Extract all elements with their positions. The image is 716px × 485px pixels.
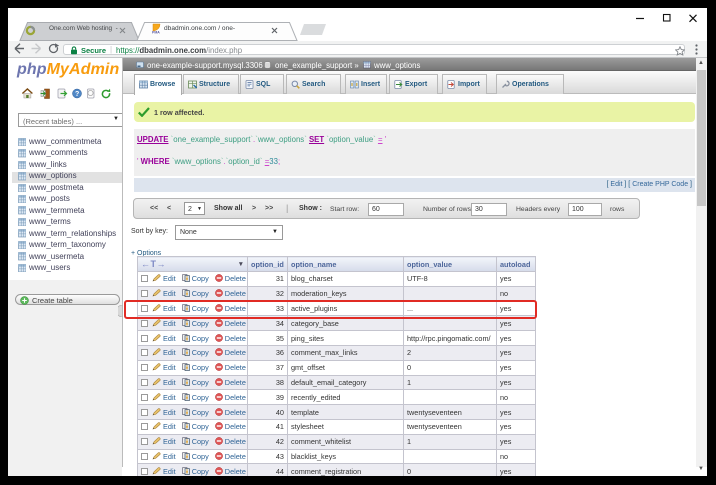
svg-text:?: ?	[75, 91, 79, 98]
svg-text:PMA: PMA	[152, 31, 160, 35]
